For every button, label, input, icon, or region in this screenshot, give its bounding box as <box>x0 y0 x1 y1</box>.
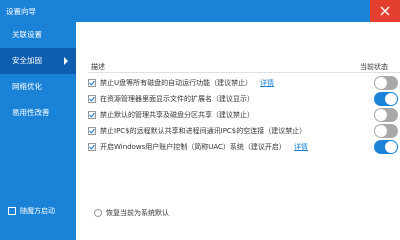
sidebar-item-usability[interactable]: 易用性改善 <box>0 100 76 126</box>
setting-text: 开启Windows用户账户控制（简称UAC）系统（建议开启） <box>100 143 286 151</box>
check-icon <box>89 96 95 102</box>
title-bar: 设置向导 <box>0 0 400 22</box>
sidebar-item-association[interactable]: 关联设置 <box>0 22 76 48</box>
setting-checkbox[interactable] <box>88 127 96 135</box>
setting-checkbox[interactable] <box>88 143 96 151</box>
toggle-knob <box>375 125 387 137</box>
column-header-status: 当前状态 <box>360 63 388 71</box>
sidebar-item-security[interactable]: 安全加固 <box>0 48 76 74</box>
setting-label: 在资源管理器里面显示文件的扩展名（建议显示） <box>100 94 254 104</box>
sidebar-item-network[interactable]: 网络优化 <box>0 74 76 100</box>
restore-defaults-option[interactable]: 恢复当前为系统默认 <box>94 208 169 218</box>
setting-toggle[interactable] <box>374 108 398 122</box>
toggle-knob <box>375 109 387 121</box>
check-icon <box>89 80 95 86</box>
toggle-knob <box>375 77 387 89</box>
details-link[interactable]: 详情 <box>294 143 308 151</box>
setting-text: 禁止U盘等所有磁盘的自动运行功能（建议禁止） <box>100 79 253 87</box>
check-icon <box>89 128 95 134</box>
setting-row: 禁止U盘等所有磁盘的自动运行功能（建议禁止） 详情 <box>88 76 398 90</box>
close-button[interactable] <box>370 0 400 22</box>
restore-defaults-label: 恢复当前为系统默认 <box>106 209 169 217</box>
setting-label: 禁止IPC$的远程默认共享和进程间通讯IPC$的空连接（建议禁止） <box>100 126 306 136</box>
setting-label: 开启Windows用户账户控制（简称UAC）系统（建议开启） 详情 <box>100 142 308 152</box>
startup-option[interactable]: 随魔方启动 <box>8 206 55 216</box>
setting-toggle[interactable] <box>374 76 398 90</box>
sidebar-item-label: 易用性改善 <box>12 108 50 117</box>
sidebar-item-label: 关联设置 <box>12 30 42 39</box>
sidebar-item-label: 安全加固 <box>12 56 42 65</box>
sidebar-item-label: 网络优化 <box>12 82 42 91</box>
setting-label: 禁止U盘等所有磁盘的自动运行功能（建议禁止） 详情 <box>100 78 274 88</box>
startup-label: 随魔方启动 <box>20 207 55 215</box>
startup-checkbox[interactable] <box>8 207 16 215</box>
setting-text: 禁止IPC$的远程默认共享和进程间通讯IPC$的空连接（建议禁止） <box>100 127 307 135</box>
setting-toggle[interactable] <box>374 124 398 138</box>
sidebar: 关联设置 安全加固 网络优化 易用性改善 随魔方启动 <box>0 22 76 240</box>
setting-label: 禁止默认的管理共享及磁盘分区共享（建议禁止） <box>100 110 254 120</box>
column-header-description: 描述 <box>91 63 105 71</box>
restore-defaults-radio[interactable] <box>94 209 102 217</box>
setting-text: 在资源管理器里面显示文件的扩展名（建议显示） <box>100 95 254 103</box>
setting-row: 在资源管理器里面显示文件的扩展名（建议显示） <box>88 92 398 106</box>
chevron-right-icon <box>64 57 68 65</box>
toggle-knob <box>385 93 397 105</box>
setting-row: 禁止IPC$的远程默认共享和进程间通讯IPC$的空连接（建议禁止） <box>88 124 398 138</box>
setting-text: 禁止默认的管理共享及磁盘分区共享（建议禁止） <box>100 111 254 119</box>
header-divider <box>88 72 400 73</box>
setting-checkbox[interactable] <box>88 95 96 103</box>
close-icon <box>380 6 390 16</box>
toggle-knob <box>385 141 397 153</box>
setting-toggle[interactable] <box>374 140 398 154</box>
details-link[interactable]: 详情 <box>260 79 274 87</box>
check-icon <box>89 144 95 150</box>
window-title: 设置向导 <box>6 7 36 16</box>
setting-checkbox[interactable] <box>88 79 96 87</box>
setting-checkbox[interactable] <box>88 111 96 119</box>
setting-row: 开启Windows用户账户控制（简称UAC）系统（建议开启） 详情 <box>88 140 398 154</box>
main-content: 描述 当前状态 禁止U盘等所有磁盘的自动运行功能（建议禁止） 详情 在资源管理器里… <box>76 22 400 240</box>
setting-toggle[interactable] <box>374 92 398 106</box>
setting-row: 禁止默认的管理共享及磁盘分区共享（建议禁止） <box>88 108 398 122</box>
check-icon <box>89 112 95 118</box>
